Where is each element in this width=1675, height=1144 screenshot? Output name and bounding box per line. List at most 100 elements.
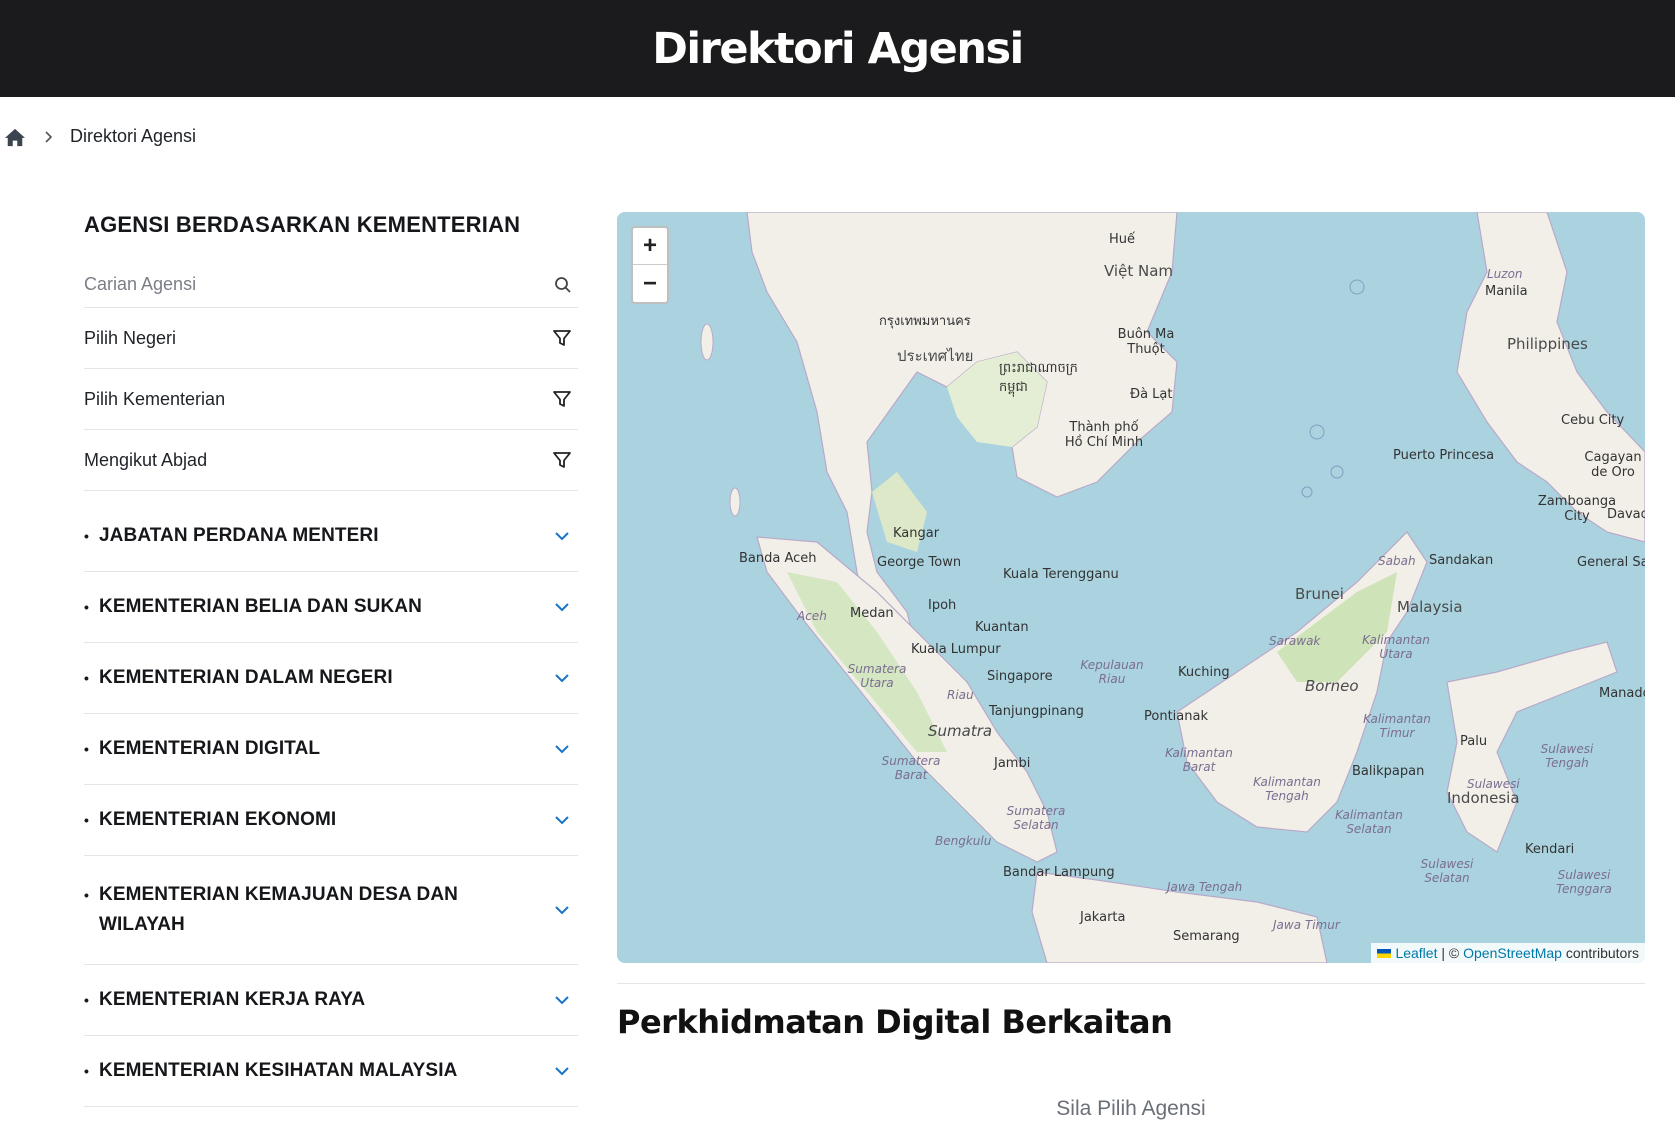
- map-label: Zamboanga City: [1537, 494, 1617, 524]
- map-label: Luzon: [1487, 267, 1523, 281]
- chevron-down-icon: [555, 745, 569, 754]
- map-label: Kendari: [1525, 842, 1575, 857]
- map-label: Cebu City: [1561, 413, 1625, 428]
- attribution-separator: | ©: [1437, 945, 1464, 961]
- map-label: Ipoh: [928, 598, 957, 613]
- chevron-down-icon: [555, 603, 569, 612]
- zoom-out-button[interactable]: −: [633, 265, 667, 302]
- search-bar: [84, 262, 578, 308]
- map-label: Jawa Tengah: [1167, 880, 1243, 894]
- map-label: Sumatera Selatan: [1006, 804, 1066, 832]
- map-label: Kalimantan Barat: [1165, 746, 1233, 774]
- filter-ministry[interactable]: Pilih Kementerian: [84, 369, 578, 430]
- filter-alphabetical[interactable]: Mengikut Abjad: [84, 430, 578, 491]
- chevron-down-icon: [555, 996, 569, 1005]
- ministry-accordion-item[interactable]: KEMENTERIAN DALAM NEGERI: [84, 643, 578, 714]
- map-label: Kalimantan Utara: [1362, 633, 1430, 661]
- ministry-accordion-item[interactable]: KEMENTERIAN KESIHATAN MALAYSIA: [84, 1036, 578, 1107]
- leaflet-link[interactable]: Leaflet: [1395, 945, 1437, 961]
- map-label: Brunei: [1295, 585, 1344, 603]
- map-label: Jawa Timur: [1273, 918, 1340, 932]
- filter-label: Pilih Kementerian: [84, 388, 226, 409]
- ministry-label: KEMENTERIAN BELIA DAN SUKAN: [84, 592, 422, 622]
- map-label: Banda Aceh: [739, 551, 817, 566]
- map-label: Malaysia: [1397, 598, 1463, 616]
- page-header: Direktori Agensi: [0, 0, 1675, 97]
- map-attribution: Leaflet | © OpenStreetMap contributors: [1371, 943, 1645, 963]
- map-label: Medan: [850, 606, 894, 621]
- ministry-accordion-item[interactable]: KEMENTERIAN BELIA DAN SUKAN: [84, 572, 578, 643]
- filter-icon: [553, 330, 571, 346]
- map-label: Sumatra: [928, 722, 993, 740]
- chevron-down-icon: [555, 906, 569, 915]
- map-label: Buôn Ma Thuột: [1117, 327, 1175, 357]
- map-label: Semarang: [1173, 929, 1240, 944]
- map-label: Puerto Princesa: [1393, 448, 1495, 463]
- map-label: Cagayan de Oro: [1584, 450, 1642, 480]
- ministry-label: KEMENTERIAN EKONOMI: [84, 805, 336, 835]
- map-label: Singapore: [987, 669, 1053, 684]
- ukraine-flag-icon: [1377, 948, 1392, 958]
- map-label: ព្រះរាជាណាចក្រ កម្ពុជា: [999, 361, 1078, 395]
- map-label: Manado: [1599, 686, 1645, 701]
- map-label: Borneo: [1305, 677, 1359, 695]
- map-tiles: [617, 212, 1645, 963]
- map-label: กรุงเทพมหานคร: [879, 314, 971, 329]
- section-divider: [617, 983, 1645, 984]
- osm-link[interactable]: OpenStreetMap: [1463, 945, 1562, 961]
- map-label: Riau: [947, 688, 974, 702]
- chevron-down-icon: [555, 1067, 569, 1076]
- ministry-label: KEMENTERIAN KEMAJUAN DESA DAN WILAYAH: [84, 880, 504, 940]
- map-label: Thành phố Hồ Chí Minh: [1064, 420, 1144, 450]
- map-label: Manila: [1485, 284, 1528, 299]
- filter-label: Pilih Negeri: [84, 327, 177, 348]
- map-label: Tanjungpinang: [989, 704, 1084, 719]
- page-title: Direktori Agensi: [652, 23, 1024, 74]
- map-label: Jambi: [994, 756, 1031, 771]
- map-label: Davao: [1607, 507, 1645, 522]
- map-label: Bengkulu: [935, 834, 992, 848]
- chevron-down-icon: [555, 816, 569, 825]
- map-label: Kangar: [893, 526, 940, 541]
- ministry-accordion-item[interactable]: KEMENTERIAN DIGITAL: [84, 714, 578, 785]
- map-label: Sandakan: [1429, 553, 1494, 568]
- ministry-label: JABATAN PERDANA MENTERI: [84, 521, 379, 551]
- map-label: Kuala Lumpur: [911, 642, 1001, 657]
- map-label: Huế: [1109, 232, 1136, 247]
- ministry-accordion-item[interactable]: KEMENTERIAN KEMAJUAN DESA DAN WILAYAH: [84, 856, 578, 965]
- map-label: George Town: [877, 555, 962, 570]
- map-label: Indonesia: [1447, 789, 1520, 807]
- chevron-down-icon: [555, 674, 569, 683]
- map-label: Pontianak: [1144, 709, 1208, 724]
- home-icon[interactable]: [4, 127, 26, 147]
- map-label: Sulawesi Selatan: [1420, 857, 1474, 885]
- map-label: ประเทศไทย: [897, 347, 974, 365]
- zoom-in-button[interactable]: +: [633, 228, 667, 265]
- map-label: General Sa: [1577, 555, 1645, 570]
- map-label: Sulawesi Tenggara: [1556, 868, 1612, 896]
- ministry-label: KEMENTERIAN KESIHATAN MALAYSIA: [84, 1056, 457, 1086]
- map-label: Philippines: [1507, 335, 1588, 353]
- chevron-down-icon: [555, 532, 569, 541]
- map-label: Palu: [1460, 734, 1488, 749]
- ministry-accordion-item[interactable]: KEMENTERIAN EKONOMI: [84, 785, 578, 856]
- search-input[interactable]: [84, 274, 504, 295]
- breadcrumb: Direktori Agensi: [4, 126, 196, 147]
- agency-map[interactable]: + − Huế Việt Nam กรุงเทพมหานคร ประเทศไทย…: [617, 212, 1645, 963]
- search-icon[interactable]: [554, 276, 572, 294]
- map-label: Kalimantan Timur: [1363, 712, 1431, 740]
- attribution-suffix: contributors: [1561, 945, 1639, 961]
- ministry-accordion-item[interactable]: KEMENTERIAN KERJA RAYA: [84, 965, 578, 1036]
- ministry-accordion-item[interactable]: JABATAN PERDANA MENTERI: [84, 501, 578, 572]
- related-services-title: Perkhidmatan Digital Berkaitan: [617, 1003, 1173, 1041]
- map-label: Bandar Lampung: [1003, 865, 1115, 880]
- filter-state[interactable]: Pilih Negeri: [84, 308, 578, 369]
- zoom-control: + −: [631, 226, 669, 304]
- map-label: Sulawesi Tengah: [1540, 742, 1594, 770]
- map-label: Jakarta: [1080, 910, 1126, 925]
- ministry-label: KEMENTERIAN DIGITAL: [84, 734, 320, 764]
- map-label: Sumatera Barat: [881, 754, 941, 782]
- map-label: Sarawak: [1269, 634, 1321, 648]
- filter-label: Mengikut Abjad: [84, 449, 208, 470]
- map-label: Kepulauan Riau: [1080, 658, 1144, 686]
